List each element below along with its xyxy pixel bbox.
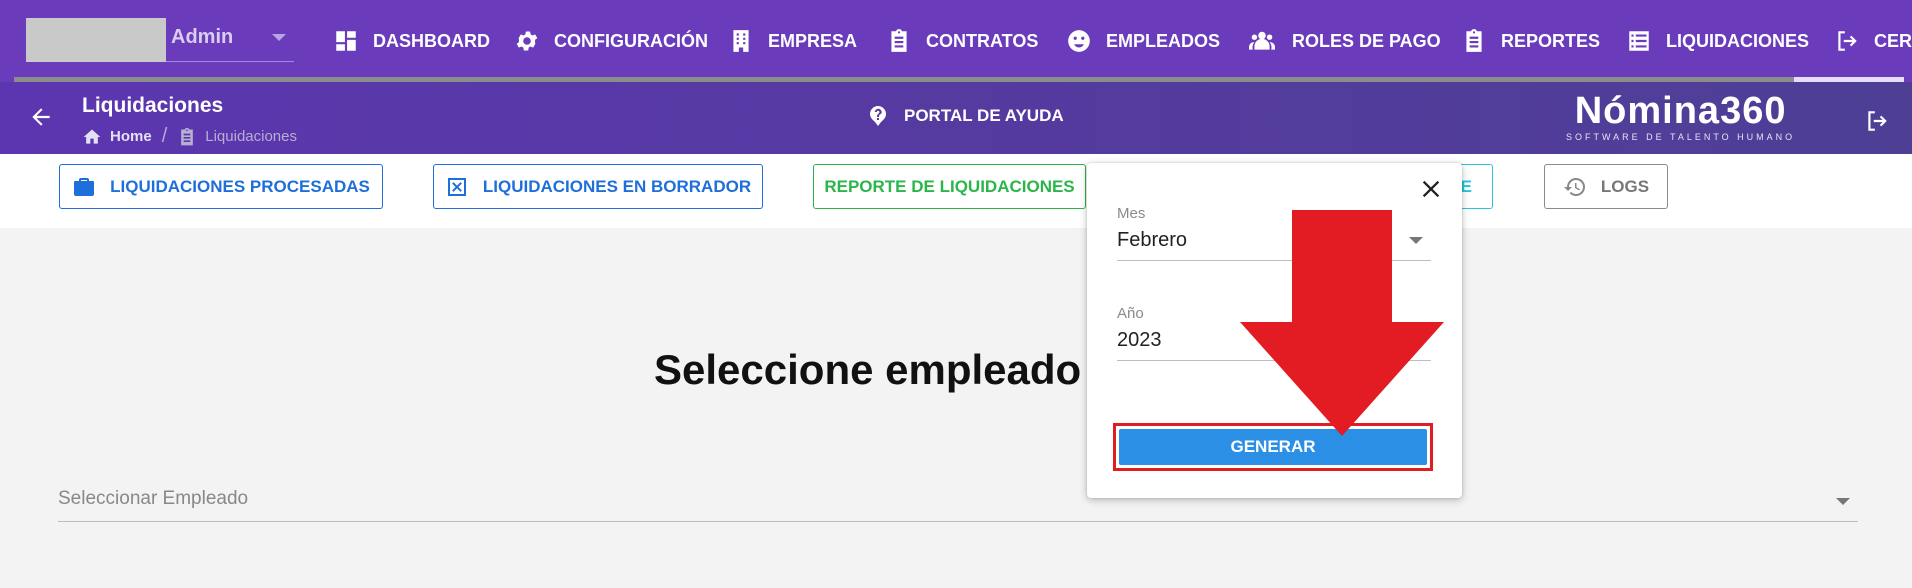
nav-dashboard-label: DASHBOARD [373,30,490,51]
help-portal-label: PORTAL DE AYUDA [904,106,1064,125]
briefcase-icon [74,177,95,196]
close-icon[interactable] [1417,175,1445,203]
page-header: Liquidaciones Home / Liquidaciones PORTA… [0,82,1912,154]
processed-liquidations-button[interactable]: LIQUIDACIONES PROCESADAS [59,164,383,209]
building-icon [733,30,749,52]
logout-icon [1838,31,1857,51]
nav-reportes-label: REPORTES [1501,30,1601,51]
processed-liquidations-label: LIQUIDACIONES PROCESADAS [110,176,370,196]
gear-icon [516,31,538,51]
face-icon [1068,30,1090,52]
nav-empresa[interactable]: EMPRESA [728,24,857,58]
liquidations-report-button[interactable]: REPORTE DE LIQUIDACIONES [813,164,1086,209]
liquidations-report-label: REPORTE DE LIQUIDACIONES [824,176,1075,196]
nav-dashboard[interactable]: DASHBOARD [333,24,490,58]
group-icon [1249,31,1275,50]
nav-empleados-label: EMPLEADOS [1106,30,1221,51]
nav-roles-de-pago-label: ROLES DE PAGO [1292,30,1441,51]
breadcrumb-current: Liquidaciones [205,128,297,145]
logs-button[interactable]: LOGS [1544,164,1668,209]
clipboard-icon [1466,29,1482,52]
logout-icon[interactable] [1864,108,1890,134]
close-box-icon [447,177,466,196]
year-label: Año [1117,305,1144,322]
clipboard-icon [891,29,907,52]
nav-liquidaciones-label: LIQUIDACIONES [1666,30,1810,51]
list-icon [1629,31,1649,51]
back-arrow-icon[interactable] [28,104,54,130]
hidden-action-label: E [1460,176,1472,196]
nav-configuracion-label: CONFIGURACIÓN [554,30,708,51]
nav-liquidaciones[interactable]: LIQUIDACIONES [1626,24,1809,58]
help-portal-link[interactable]: PORTAL DE AYUDA [866,104,1064,128]
nav-empleados[interactable]: EMPLEADOS [1066,24,1220,58]
breadcrumb-home[interactable]: Home [110,128,152,145]
nav-cerrar-sesion[interactable]: CER [1834,24,1912,58]
nav-contratos[interactable]: CONTRATOS [886,24,1038,58]
top-navigation: Admin DASHBOARD CONFIGURACIÓN EMPRESA CO… [0,0,1912,82]
chevron-down-icon [1836,498,1850,505]
dashboard-icon [336,31,356,51]
employee-select[interactable]: Seleccionar Empleado [58,476,1858,522]
month-label: Mes [1117,205,1146,222]
help-icon [870,106,886,126]
year-value: 2023 [1117,329,1162,351]
nav-reportes[interactable]: REPORTES [1461,24,1600,58]
clipboard-icon [181,127,194,145]
home-icon [83,129,101,144]
avatar [26,18,166,62]
action-bar: LIQUIDACIONES PROCESADAS LIQUIDACIONES E… [0,154,1912,228]
chevron-down-icon [272,34,286,41]
select-employee-heading: Seleccione empleado a [654,346,1117,393]
brand-logo: Nómina360 SOFTWARE DE TALENTO HUMANO [1566,92,1795,142]
annotation-arrow [1240,210,1444,436]
draft-liquidations-label: LIQUIDACIONES EN BORRADOR [482,176,752,196]
brand-tagline: SOFTWARE DE TALENTO HUMANO [1566,132,1796,142]
nav-empresa-label: EMPRESA [768,30,858,51]
month-value: Febrero [1117,229,1188,251]
brand-name: Nómina360 [1574,90,1787,132]
breadcrumb: Home / Liquidaciones [82,125,297,148]
breadcrumb-separator: / [161,125,168,147]
draft-liquidations-button[interactable]: LIQUIDACIONES EN BORRADOR [433,164,763,209]
nav-cerrar-sesion-label: CER [1874,30,1912,51]
user-name: Admin [171,26,234,48]
history-icon [1563,177,1585,196]
user-menu[interactable]: Admin [26,18,294,62]
nav-configuracion[interactable]: CONFIGURACIÓN [514,24,708,58]
nav-contratos-label: CONTRATOS [926,30,1039,51]
page-title: Liquidaciones [82,94,224,117]
employee-select-placeholder: Seleccionar Empleado [58,488,249,509]
nav-roles-de-pago[interactable]: ROLES DE PAGO [1246,24,1441,58]
logs-label: LOGS [1600,176,1650,196]
